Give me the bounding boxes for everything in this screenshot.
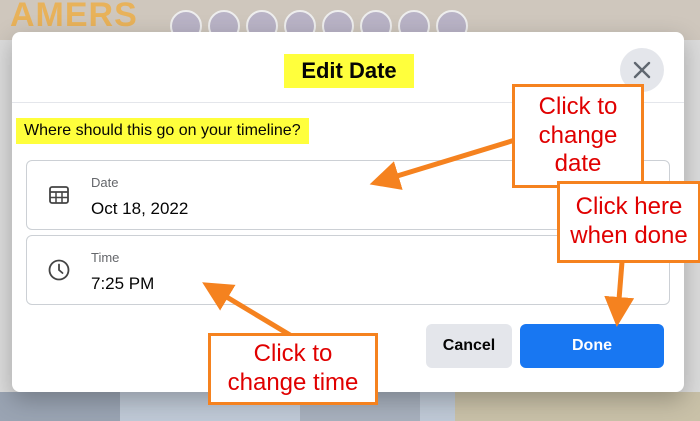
time-label: Time [91, 250, 120, 265]
callout-text: Click to change date [538, 92, 618, 178]
clock-icon [48, 259, 70, 281]
close-icon [633, 61, 651, 79]
timeline-question: Where should this go on your timeline? [16, 118, 309, 144]
callout-change-time: Click to change time [208, 333, 378, 405]
callout-text: Click here when done [570, 193, 688, 249]
time-value: 7:25 PM [91, 274, 155, 293]
dialog-title: Edit Date [284, 54, 414, 88]
background-logo: AMERS [10, 0, 138, 34]
callout-change-date: Click to change date [512, 84, 644, 188]
date-value: Oct 18, 2022 [91, 199, 189, 218]
callout-text: Click to change time [227, 340, 359, 396]
cancel-button[interactable]: Cancel [426, 324, 512, 368]
callout-done: Click here when done [557, 181, 700, 263]
done-button[interactable]: Done [520, 324, 664, 368]
date-label: Date [91, 175, 119, 190]
calendar-icon [49, 186, 69, 204]
